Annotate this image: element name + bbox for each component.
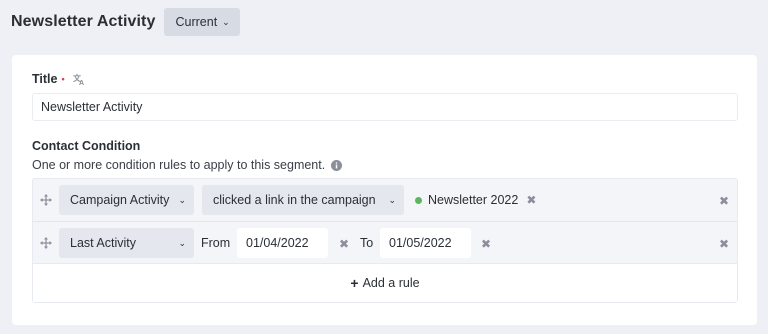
field-select-value: Last Activity xyxy=(70,236,136,250)
title-input[interactable] xyxy=(32,93,738,121)
remove-rule-button[interactable]: ✖ xyxy=(719,194,729,208)
plus-icon: + xyxy=(350,275,359,291)
version-dropdown[interactable]: Current ⌄ xyxy=(164,8,240,36)
operator-select-value: clicked a link in the campaign xyxy=(213,193,376,207)
campaign-tag-label: Newsletter 2022 xyxy=(428,193,519,207)
rules-container: Campaign Activity ⌄ clicked a link in th… xyxy=(32,178,738,303)
clear-to-date-button[interactable]: ✖ xyxy=(481,237,491,251)
field-select-value: Campaign Activity xyxy=(70,193,170,207)
clear-from-date-button[interactable]: ✖ xyxy=(339,237,349,251)
add-rule-button[interactable]: + Add a rule xyxy=(33,263,737,302)
segment-form-card: Title• 文 A Contact Condition One or more… xyxy=(12,55,757,325)
remove-rule-button[interactable]: ✖ xyxy=(719,237,729,251)
condition-help-text: One or more condition rules to apply to … xyxy=(32,158,343,172)
operator-select[interactable]: clicked a link in the campaign ⌄ xyxy=(202,185,404,215)
chevron-down-icon: ⌄ xyxy=(388,194,396,205)
rule-row: Last Activity ⌄ From ✖ To ✖ ✖ xyxy=(33,221,737,263)
title-label: Title xyxy=(32,72,58,86)
field-select[interactable]: Campaign Activity ⌄ xyxy=(59,185,194,215)
info-icon[interactable] xyxy=(331,159,343,171)
chevron-down-icon: ⌄ xyxy=(178,237,186,248)
page-title: Newsletter Activity xyxy=(11,13,156,30)
drag-handle-icon[interactable] xyxy=(39,193,53,207)
field-select[interactable]: Last Activity ⌄ xyxy=(59,228,194,258)
close-icon[interactable]: ✖ xyxy=(526,193,536,207)
to-date-input[interactable] xyxy=(380,228,471,258)
from-label: From xyxy=(201,236,231,250)
required-marker: • xyxy=(61,74,65,84)
title-label-row: Title • 文 A xyxy=(32,72,86,88)
from-date-input[interactable] xyxy=(237,228,328,258)
chevron-down-icon: ⌄ xyxy=(222,16,230,27)
add-rule-label: Add a rule xyxy=(362,276,420,290)
chevron-down-icon: ⌄ xyxy=(178,194,186,205)
version-label: Current xyxy=(175,15,218,29)
drag-handle-icon[interactable] xyxy=(39,236,53,250)
page-header: Newsletter Activity Current ⌄ xyxy=(11,8,240,36)
rule-row: Campaign Activity ⌄ clicked a link in th… xyxy=(33,179,737,221)
status-dot xyxy=(415,196,422,204)
translate-icon[interactable]: 文 A xyxy=(73,73,86,88)
svg-text:A: A xyxy=(79,80,84,85)
to-label: To xyxy=(360,236,374,250)
campaign-tag: Newsletter 2022 ✖ xyxy=(415,185,536,215)
condition-help-label: One or more condition rules to apply to … xyxy=(32,158,326,172)
contact-condition-label: Contact Condition xyxy=(32,139,141,153)
